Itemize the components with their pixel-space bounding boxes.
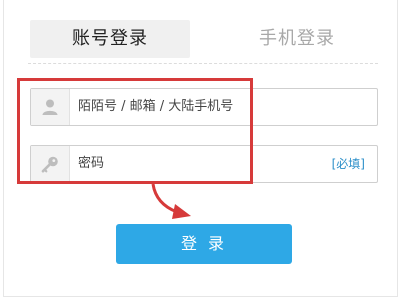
required-label: [必填]	[331, 157, 365, 171]
key-icon	[31, 146, 70, 182]
password-field-text: 密码	[78, 156, 105, 171]
username-field-text: 陌陌号 / 邮箱 / 大陆手机号	[78, 99, 234, 114]
password-field[interactable]: 密码 [必填]	[30, 145, 378, 183]
user-icon	[31, 89, 70, 125]
tab-divider	[28, 63, 378, 64]
login-panel: 账号登录 手机登录 陌陌号 / 邮箱 / 大陆手机号 密码 [必填] 登 录	[3, 0, 398, 297]
login-button[interactable]: 登 录	[116, 224, 292, 264]
username-field[interactable]: 陌陌号 / 邮箱 / 大陆手机号	[30, 88, 378, 126]
tab-account-login[interactable]: 账号登录	[30, 20, 190, 58]
tab-phone-login[interactable]: 手机登录	[222, 20, 372, 58]
